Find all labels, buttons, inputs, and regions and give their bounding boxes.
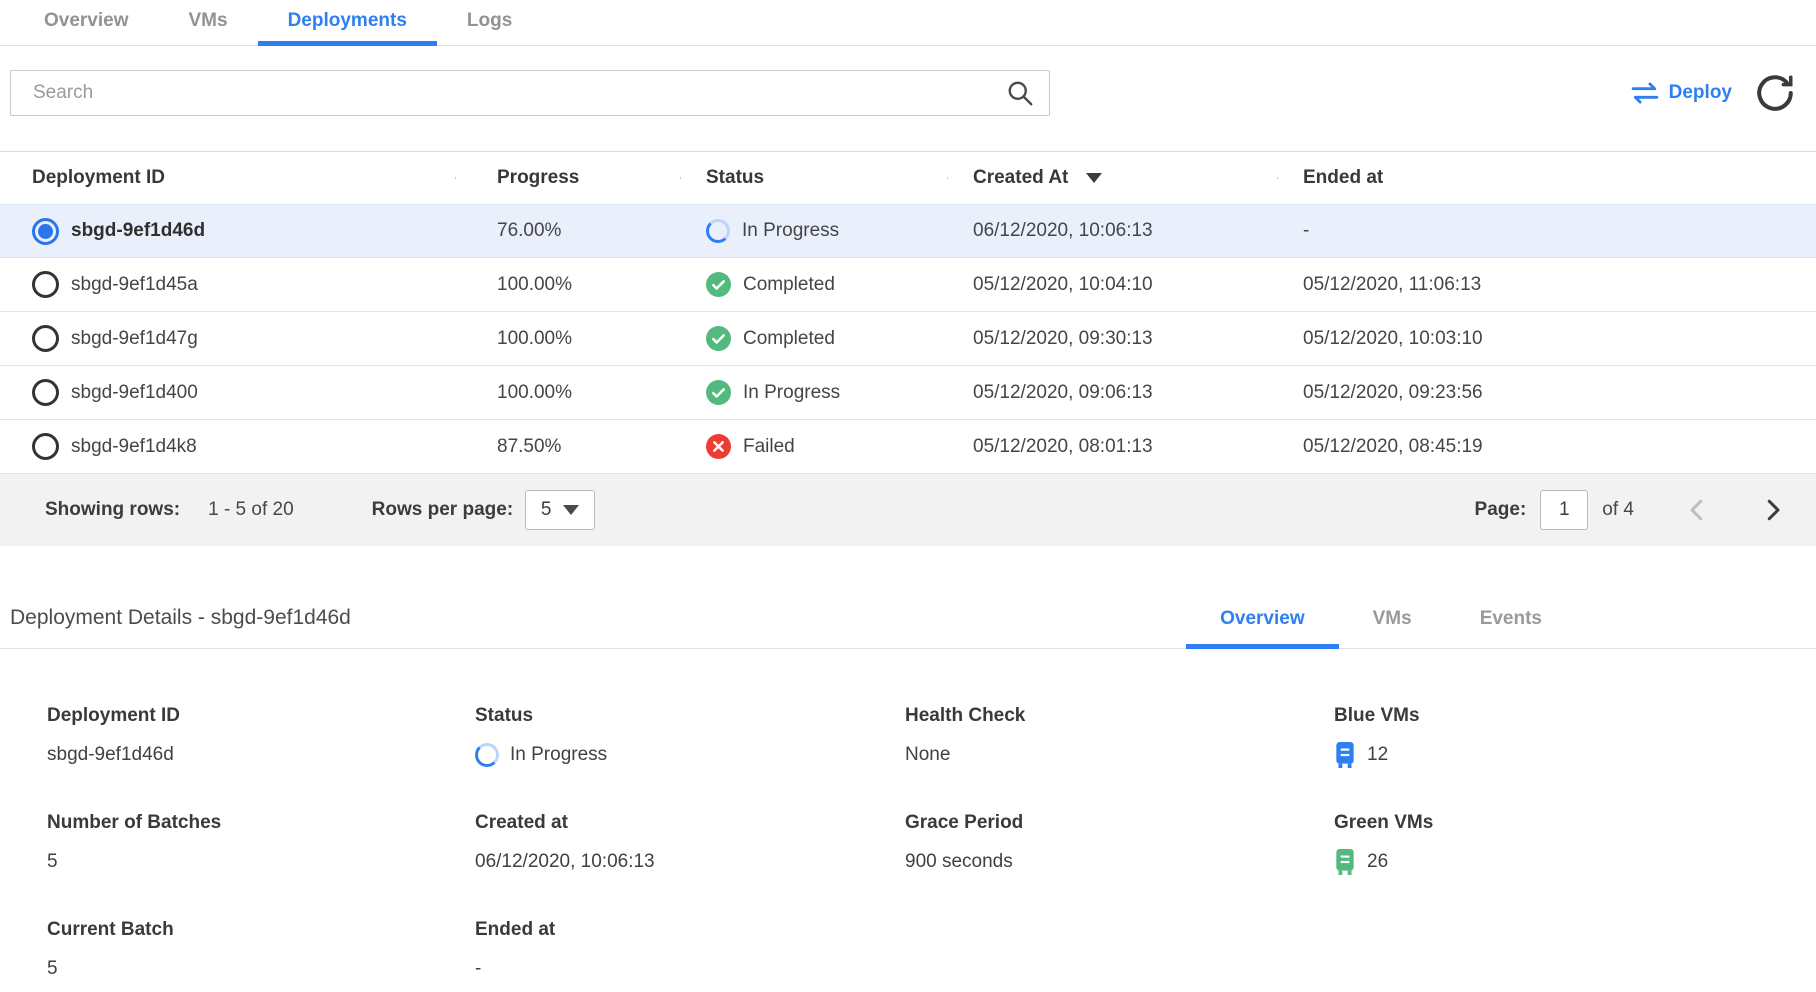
tab-deployments[interactable]: Deployments	[258, 0, 437, 46]
tab-overview[interactable]: Overview	[14, 0, 159, 46]
ended-at-cell: 05/12/2020, 11:06:13	[1277, 274, 1816, 296]
status-text: Failed	[743, 436, 795, 458]
table-row[interactable]: sbgd-9ef1d45a 100.00% Completed 05/12/20…	[0, 258, 1816, 312]
page-total: of 4	[1602, 499, 1634, 521]
field-blue-vms: Blue VMs 12	[1334, 705, 1816, 768]
showing-rows-value: 1 - 5 of 20	[208, 499, 294, 521]
field-number-of-batches: Number of Batches 5	[47, 812, 475, 875]
spinner-icon	[475, 743, 499, 767]
progress-cell: 100.00%	[455, 382, 680, 404]
row-radio[interactable]	[32, 271, 59, 298]
table-row[interactable]: sbgd-9ef1d400 100.00% In Progress 05/12/…	[0, 366, 1816, 420]
rows-per-page-select[interactable]: 5	[525, 490, 595, 530]
column-header-status[interactable]: Status	[680, 167, 947, 189]
check-circle-icon	[706, 380, 731, 405]
tab-logs[interactable]: Logs	[437, 0, 542, 46]
tab-vms[interactable]: VMs	[159, 0, 258, 46]
field-deployment-id: Deployment ID sbgd-9ef1d46d	[47, 705, 475, 768]
deployment-id: sbgd-9ef1d45a	[71, 274, 198, 296]
deployment-id: sbgd-9ef1d46d	[71, 220, 205, 242]
deployment-id: sbgd-9ef1d47g	[71, 328, 198, 350]
table-row[interactable]: sbgd-9ef1d4k8 87.50% Failed 05/12/2020, …	[0, 420, 1816, 474]
progress-cell: 100.00%	[455, 274, 680, 296]
progress-cell: 100.00%	[455, 328, 680, 350]
showing-rows-label: Showing rows:	[45, 499, 180, 521]
ended-at-cell: -	[1277, 220, 1816, 242]
row-radio[interactable]	[32, 433, 59, 460]
ended-at-cell: 05/12/2020, 10:03:10	[1277, 328, 1816, 350]
sort-desc-icon[interactable]	[1086, 173, 1102, 183]
field-current-batch: Current Batch 5	[47, 919, 475, 982]
spinner-icon	[706, 219, 730, 243]
created-at-cell: 06/12/2020, 10:06:13	[947, 220, 1277, 242]
created-at-cell: 05/12/2020, 10:04:10	[947, 274, 1277, 296]
rows-per-page-value: 5	[541, 499, 552, 521]
details-title: Deployment Details - sbgd-9ef1d46d	[10, 606, 351, 648]
row-radio-selected[interactable]	[32, 218, 59, 245]
check-circle-icon	[706, 326, 731, 351]
status-text: Completed	[743, 274, 835, 296]
row-radio[interactable]	[32, 379, 59, 406]
deployments-table: Deployment ID Progress Status Created At…	[0, 151, 1816, 546]
field-grace-period: Grace Period 900 seconds	[905, 812, 1334, 875]
column-header-created-at[interactable]: Created At	[947, 167, 1277, 189]
details-tab-overview[interactable]: Overview	[1186, 608, 1339, 649]
toolbar: Deploy	[0, 70, 1816, 116]
column-header-ended-at[interactable]: Ended at	[1277, 167, 1816, 189]
created-at-cell: 05/12/2020, 09:06:13	[947, 382, 1277, 404]
chevron-left-icon[interactable]	[1682, 495, 1712, 525]
ended-at-cell: 05/12/2020, 09:23:56	[1277, 382, 1816, 404]
status-text: In Progress	[742, 220, 839, 242]
details-tab-bar: Overview VMs Events	[1186, 608, 1576, 648]
details-tab-vms[interactable]: VMs	[1339, 608, 1446, 649]
dropdown-arrow-icon	[563, 505, 579, 515]
check-circle-icon	[706, 272, 731, 297]
table-footer: Showing rows: 1 - 5 of 20 Rows per page:…	[0, 474, 1816, 546]
column-header-deployment-id[interactable]: Deployment ID	[0, 167, 455, 189]
page-number-input[interactable]	[1540, 490, 1588, 530]
field-health-check: Health Check None	[905, 705, 1334, 768]
details-tab-events[interactable]: Events	[1446, 608, 1576, 649]
deployment-id: sbgd-9ef1d4k8	[71, 436, 197, 458]
search-input[interactable]	[33, 82, 1005, 104]
table-row[interactable]: sbgd-9ef1d47g 100.00% Completed 05/12/20…	[0, 312, 1816, 366]
deploy-label: Deploy	[1669, 82, 1732, 104]
status-text: In Progress	[743, 382, 840, 404]
column-header-progress[interactable]: Progress	[455, 167, 680, 189]
pager: Page: of 4	[1475, 490, 1788, 530]
top-tab-bar: Overview VMs Deployments Logs	[0, 0, 1816, 46]
created-at-cell: 05/12/2020, 09:30:13	[947, 328, 1277, 350]
table-header-row: Deployment ID Progress Status Created At…	[0, 152, 1816, 204]
x-circle-icon	[706, 434, 731, 459]
row-radio[interactable]	[32, 325, 59, 352]
field-created-at: Created at 06/12/2020, 10:06:13	[475, 812, 905, 875]
field-status: Status In Progress	[475, 705, 905, 768]
deploy-button[interactable]: Deploy	[1631, 82, 1732, 104]
swap-arrows-icon	[1631, 82, 1659, 104]
details-grid: Deployment ID sbgd-9ef1d46d Status In Pr…	[0, 705, 1816, 982]
details-header: Deployment Details - sbgd-9ef1d46d Overv…	[0, 606, 1816, 649]
vm-green-icon	[1334, 849, 1356, 875]
field-ended-at: Ended at -	[475, 919, 905, 982]
rows-per-page-label: Rows per page:	[372, 499, 513, 521]
progress-cell: 87.50%	[455, 436, 680, 458]
deployments-page: Overview VMs Deployments Logs Deploy Dep…	[0, 0, 1816, 992]
chevron-right-icon[interactable]	[1758, 495, 1788, 525]
field-green-vms: Green VMs 26	[1334, 812, 1816, 875]
created-at-cell: 05/12/2020, 08:01:13	[947, 436, 1277, 458]
ended-at-cell: 05/12/2020, 08:45:19	[1277, 436, 1816, 458]
table-row[interactable]: sbgd-9ef1d46d 76.00% In Progress 06/12/2…	[0, 204, 1816, 258]
search-box[interactable]	[10, 70, 1050, 116]
deployment-id: sbgd-9ef1d400	[71, 382, 198, 404]
search-icon	[1005, 78, 1035, 108]
refresh-icon[interactable]	[1754, 72, 1796, 114]
page-label: Page:	[1475, 499, 1527, 521]
status-text: Completed	[743, 328, 835, 350]
progress-cell: 76.00%	[455, 220, 680, 242]
vm-blue-icon	[1334, 742, 1356, 768]
